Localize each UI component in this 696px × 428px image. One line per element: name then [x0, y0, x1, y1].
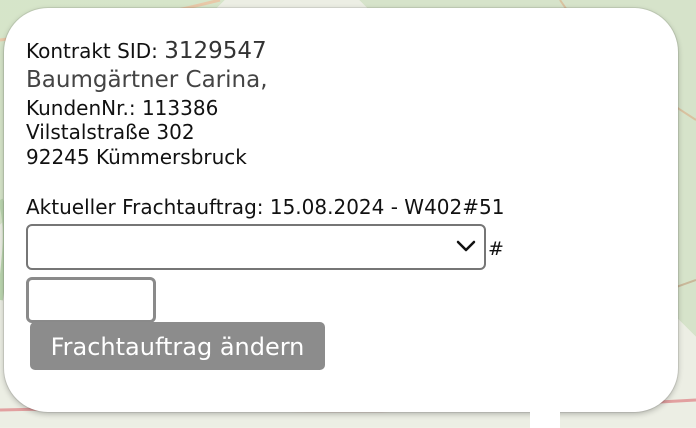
- change-freight-order-button[interactable]: Frachtauftrag ändern: [30, 322, 325, 370]
- freight-order-select[interactable]: [26, 224, 486, 270]
- current-freight-value: 15.08.2024 - W402#51: [269, 195, 505, 219]
- current-freight-line: Aktueller Frachtauftrag: 15.08.2024 - W4…: [26, 195, 504, 219]
- address-street: Vilstalstraße 302: [26, 120, 195, 144]
- popup-pointer: [530, 404, 560, 428]
- customer-number-value: 113386: [141, 96, 219, 120]
- customer-name: Baumgärtner Carina,: [26, 67, 268, 93]
- contract-sid-value: 3129547: [164, 38, 267, 64]
- customer-number-label: KundenNr.:: [26, 96, 136, 120]
- hash-label: #: [488, 238, 504, 260]
- contract-line: Kontrakt SID: 3129547: [26, 38, 267, 64]
- customer-popup: Kontrakt SID: 3129547 Baumgärtner Carina…: [4, 8, 678, 412]
- chevron-down-icon: [456, 238, 476, 257]
- freight-number-input[interactable]: [26, 277, 156, 323]
- customer-number-line: KundenNr.: 113386: [26, 96, 218, 120]
- contract-sid-label: Kontrakt SID:: [26, 39, 158, 63]
- current-freight-label: Aktueller Frachtauftrag:: [26, 195, 264, 219]
- address-city: 92245 Kümmersbruck: [26, 145, 247, 169]
